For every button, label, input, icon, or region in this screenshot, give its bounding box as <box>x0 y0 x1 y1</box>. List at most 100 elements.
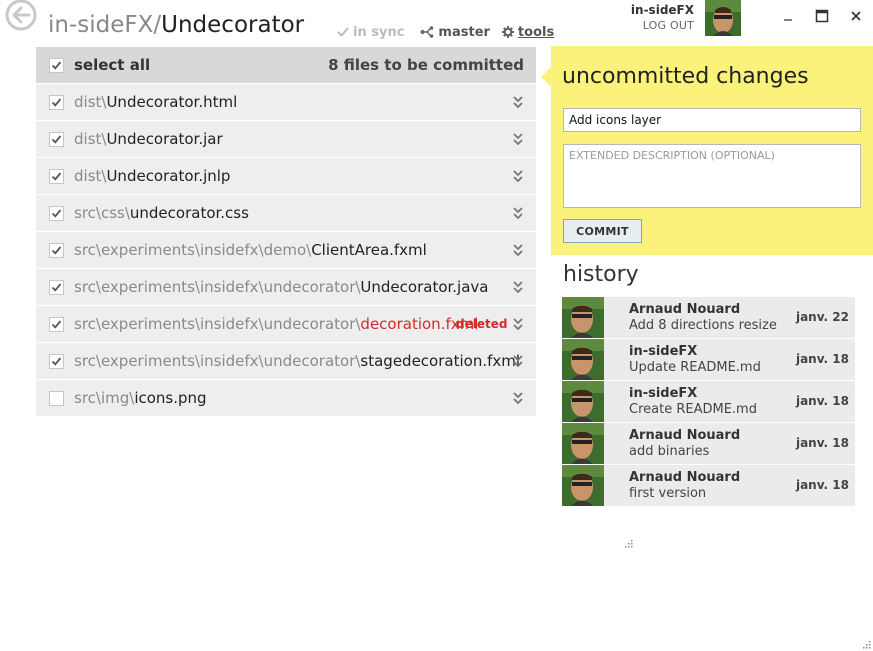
logout-link[interactable]: LOG OUT <box>600 19 694 32</box>
expand-chevron-icon[interactable] <box>512 132 524 146</box>
files-to-commit-count: 8 files to be committed <box>328 56 524 74</box>
repo-owner[interactable]: in-sideFX <box>48 12 153 38</box>
user-info: in-sideFX LOG OUT <box>600 3 694 32</box>
file-row[interactable]: src\experiments\insidefx\undecorator\Und… <box>36 269 536 306</box>
branch-icon <box>420 26 434 38</box>
expand-chevron-icon[interactable] <box>512 169 524 183</box>
commit-date: janv. 18 <box>795 352 849 366</box>
branch-label: master <box>438 24 490 40</box>
file-checkbox[interactable] <box>49 279 64 295</box>
back-button[interactable] <box>4 0 40 34</box>
history-item[interactable]: in-sideFX Create README.md janv. 18 <box>562 381 855 423</box>
file-name: Undecorator.html <box>106 93 238 111</box>
tools-menu[interactable]: tools <box>501 24 555 40</box>
file-label: src\img\icons.png <box>74 389 207 407</box>
commit-message: Update README.md <box>629 360 761 375</box>
file-label: dist\Undecorator.jar <box>74 130 223 148</box>
history-item[interactable]: Arnaud Nouard Add 8 directions resize janv… <box>562 297 855 339</box>
checkmark-icon <box>51 134 62 144</box>
close-icon <box>851 11 861 21</box>
file-checkbox[interactable] <box>49 242 64 258</box>
sync-label: in sync <box>353 24 405 40</box>
commit-summary-input[interactable] <box>563 108 861 132</box>
tools-label: tools <box>517 24 555 40</box>
changed-files-list: select all 8 files to be committed dist\… <box>36 47 536 417</box>
expand-chevron-icon[interactable] <box>512 354 524 368</box>
file-checkbox[interactable] <box>49 390 64 406</box>
repo-name: Undecorator <box>161 12 305 38</box>
maximize-button[interactable] <box>812 6 832 26</box>
file-name: icons.png <box>134 389 207 407</box>
commit-description-input[interactable] <box>563 144 861 208</box>
file-checkbox[interactable] <box>49 168 64 184</box>
checkmark-icon <box>51 245 62 255</box>
history-item[interactable]: in-sideFX Update README.md janv. 18 <box>562 339 855 381</box>
expand-chevron-icon[interactable] <box>512 243 524 257</box>
author-avatar <box>562 465 604 506</box>
history-list: Arnaud Nouard Add 8 directions resize janv… <box>562 297 855 507</box>
file-name: stagedecoration.fxml <box>360 352 521 370</box>
history-item[interactable]: Arnaud Nouard first version janv. 18 <box>562 465 855 507</box>
commit-date: janv. 22 <box>795 310 849 324</box>
file-label: src\experiments\insidefx\undecorator\dec… <box>74 315 478 333</box>
file-label: src\css\undecorator.css <box>74 204 249 222</box>
expand-chevron-icon[interactable] <box>512 95 524 109</box>
history-item[interactable]: Arnaud Nouard add binaries janv. 18 <box>562 423 855 465</box>
author-avatar <box>562 339 604 380</box>
commit-author: in-sideFX <box>629 386 698 401</box>
window-resize-grip-icon[interactable] <box>862 640 872 650</box>
commit-panel: uncommitted changes COMMIT <box>551 46 873 255</box>
sync-status[interactable]: in sync <box>337 25 404 40</box>
avatar[interactable] <box>705 0 741 36</box>
commit-message: Create README.md <box>629 402 757 417</box>
checkmark-icon <box>51 319 62 329</box>
commit-date: janv. 18 <box>795 436 849 450</box>
expand-chevron-icon[interactable] <box>512 317 524 331</box>
file-checkbox[interactable] <box>49 205 64 221</box>
file-row[interactable]: src\experiments\insidefx\demo\ClientArea… <box>36 232 536 269</box>
file-row[interactable]: dist\Undecorator.html <box>36 84 536 121</box>
select-all-row[interactable]: select all 8 files to be committed <box>36 47 536 84</box>
repo-toolbar: in sync master tools <box>337 23 554 41</box>
back-arrow-icon <box>5 0 37 31</box>
file-row[interactable]: src\css\undecorator.css <box>36 195 536 232</box>
file-checkbox[interactable] <box>49 353 64 369</box>
file-checkbox[interactable] <box>49 131 64 147</box>
repo-title: in-sideFX/Undecorator <box>48 12 304 38</box>
file-name: Undecorator.java <box>360 278 489 296</box>
checkmark-icon <box>51 60 62 70</box>
commit-message: add binaries <box>629 444 710 459</box>
history-title: history <box>563 262 639 287</box>
file-row[interactable]: src\experiments\insidefx\undecorator\dec… <box>36 306 536 343</box>
file-path: dist\ <box>74 167 107 185</box>
gear-icon <box>501 26 514 38</box>
minimize-icon <box>784 19 792 21</box>
file-row[interactable]: dist\Undecorator.jar <box>36 121 536 158</box>
checkmark-icon <box>51 171 62 181</box>
file-checkbox[interactable] <box>49 316 64 332</box>
commit-message: Add 8 directions resize <box>629 318 777 333</box>
author-avatar <box>562 297 604 338</box>
checkmark-icon <box>51 282 62 292</box>
file-path: dist\ <box>74 93 107 111</box>
select-all-label: select all <box>74 56 151 74</box>
file-path: src\experiments\insidefx\undecorator\ <box>74 315 361 333</box>
file-name: Undecorator.jar <box>106 130 223 148</box>
file-path: src\experiments\insidefx\demo\ <box>74 241 312 259</box>
expand-chevron-icon[interactable] <box>512 280 524 294</box>
expand-chevron-icon[interactable] <box>512 206 524 220</box>
file-label: src\experiments\insidefx\undecorator\Und… <box>74 278 489 296</box>
file-row[interactable]: dist\Undecorator.jnlp <box>36 158 536 195</box>
minimize-button[interactable] <box>778 6 798 26</box>
close-button[interactable] <box>846 6 866 26</box>
file-row[interactable]: src\experiments\insidefx\undecorator\sta… <box>36 343 536 380</box>
file-row[interactable]: src\img\icons.png <box>36 380 536 417</box>
expand-chevron-icon[interactable] <box>512 391 524 405</box>
branch-selector[interactable]: master <box>420 25 490 40</box>
resize-grip-icon[interactable] <box>624 539 634 549</box>
commit-button[interactable]: COMMIT <box>563 219 642 243</box>
file-checkbox[interactable] <box>49 94 64 110</box>
select-all-checkbox[interactable] <box>49 57 64 73</box>
file-path: dist\ <box>74 130 107 148</box>
user-name: in-sideFX <box>630 3 694 17</box>
